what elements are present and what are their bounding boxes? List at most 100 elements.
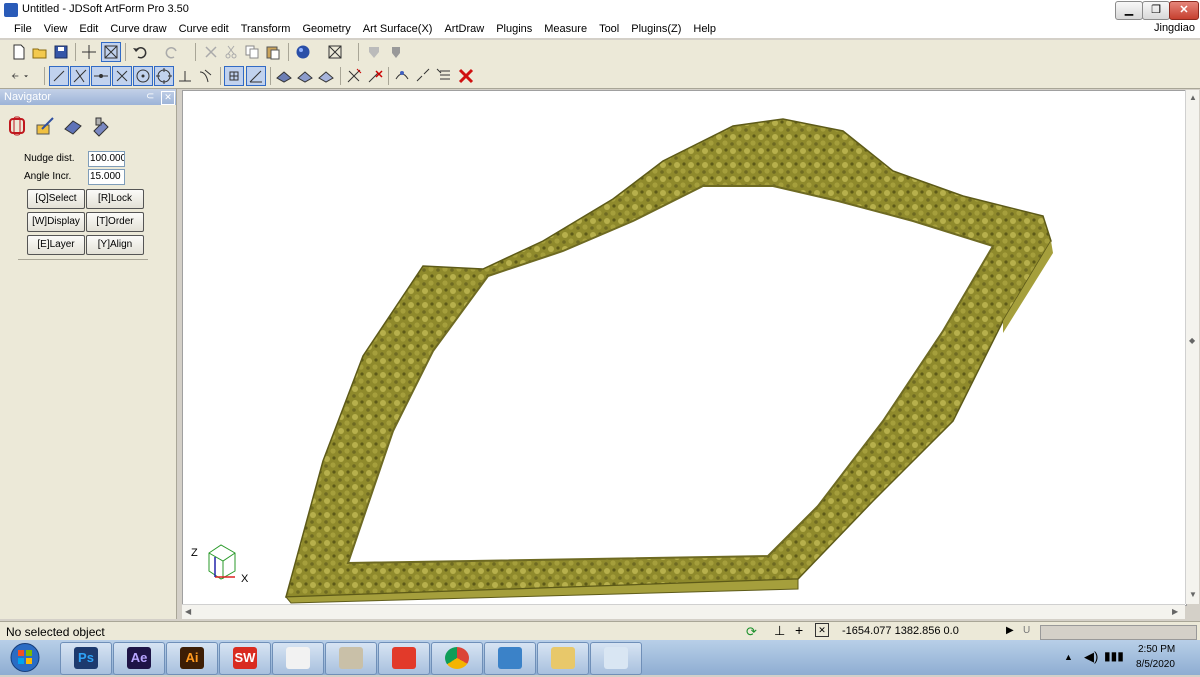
angle-input[interactable]: 15.000 (88, 169, 125, 185)
scroll-down-icon[interactable]: ▼ (1189, 590, 1197, 599)
window-select-icon[interactable] (101, 42, 121, 62)
display-button[interactable]: [W]Display (27, 212, 85, 232)
quadrant-tool-icon[interactable] (154, 66, 174, 86)
surface-tool-1-icon[interactable] (275, 67, 293, 85)
node-edit-icon[interactable] (393, 67, 411, 85)
wireframe-box-icon[interactable] (326, 43, 344, 61)
property-list-icon[interactable] (435, 67, 453, 85)
menu-plugins[interactable]: Plugins (490, 20, 538, 38)
taskbar-paint[interactable] (590, 642, 642, 675)
scroll-thumb-marker-icon[interactable]: ◆ (1189, 336, 1195, 345)
tray-arrow-icon[interactable]: ▲ (1064, 652, 1073, 662)
perpendicular-tool-icon[interactable] (176, 67, 194, 85)
menu-artdraw[interactable]: ArtDraw (438, 20, 490, 38)
delete-red-icon[interactable] (457, 67, 475, 85)
crosshair-status-icon[interactable]: + (795, 622, 803, 638)
curve-toolbar (0, 64, 1200, 89)
sketchup-icon (392, 647, 416, 669)
grid-snap-icon[interactable] (224, 66, 244, 86)
surface-tool-2-icon[interactable] (296, 67, 314, 85)
scroll-right-icon[interactable]: ▶ (1172, 607, 1178, 616)
nudge-input[interactable]: 100.000 (88, 151, 125, 167)
clock-time[interactable]: 2:50 PM (1138, 644, 1175, 655)
taskbar-zbrush[interactable] (272, 642, 324, 675)
3d-viewport[interactable]: Z X (182, 90, 1187, 606)
menu-edit[interactable]: Edit (73, 20, 104, 38)
align-button[interactable]: [Y]Align (86, 235, 144, 255)
menu-file[interactable]: File (8, 20, 38, 38)
close-button[interactable]: ✕ (1169, 1, 1199, 20)
cut-icon[interactable] (222, 43, 240, 61)
taskbar-solidworks[interactable]: SW (219, 642, 271, 675)
menu-transform[interactable]: Transform (235, 20, 297, 38)
open-folder-icon[interactable] (31, 43, 49, 61)
nav-tab-eraser-icon[interactable] (62, 115, 84, 137)
menu-curve-draw[interactable]: Curve draw (104, 20, 172, 38)
taskbar-photoshop[interactable]: Ps (60, 642, 112, 675)
paint-icon (604, 647, 628, 669)
menu-help[interactable]: Help (687, 20, 722, 38)
menu-tool[interactable]: Tool (593, 20, 625, 38)
nav-tab-object-icon[interactable] (6, 115, 28, 137)
scroll-left-icon[interactable]: ◀ (185, 607, 191, 616)
new-file-icon[interactable] (10, 43, 28, 61)
shield-gray-icon[interactable] (365, 43, 383, 61)
menu-plugins-z[interactable]: Plugins(Z) (625, 20, 687, 38)
minimize-button[interactable]: ▁ (1115, 1, 1143, 20)
taskbar: ▲ ◀) ▮▮▮ Ps Ae Ai SW (0, 640, 1200, 675)
horizontal-scrollbar[interactable]: ◀ ▶ (182, 604, 1185, 619)
nav-tab-edit-icon[interactable] (34, 115, 56, 137)
taskbar-app-blue[interactable] (484, 642, 536, 675)
lock-button[interactable]: [R]Lock (86, 189, 144, 209)
midpoint-tool-icon[interactable] (91, 66, 111, 86)
snap-dropdown-icon[interactable] (10, 67, 38, 85)
taskbar-sketchup[interactable] (378, 642, 430, 675)
layer-button[interactable]: [E]Layer (27, 235, 85, 255)
taskbar-after-effects[interactable]: Ae (113, 642, 165, 675)
delete-gray-icon[interactable] (202, 43, 220, 61)
navigator-close-icon[interactable]: ✕ (161, 91, 175, 105)
menu-measure[interactable]: Measure (538, 20, 593, 38)
copy-icon[interactable] (243, 43, 261, 61)
start-button[interactable] (2, 641, 48, 674)
center-tool-icon[interactable] (133, 66, 153, 86)
scroll-up-icon[interactable]: ▲ (1189, 93, 1197, 102)
taskbar-explorer[interactable] (537, 642, 589, 675)
play-icon[interactable]: ▶ (1006, 625, 1014, 636)
trim-delete-icon[interactable] (366, 67, 384, 85)
clock-date[interactable]: 8/5/2020 (1136, 659, 1175, 670)
network-icon[interactable]: ▮▮▮ (1104, 649, 1124, 663)
paste-icon[interactable] (264, 43, 282, 61)
restore-button[interactable]: ❐ (1142, 1, 1170, 20)
tangent-tool-icon[interactable] (197, 67, 215, 85)
surface-tool-3-icon[interactable] (317, 67, 335, 85)
menu-view[interactable]: View (38, 20, 74, 38)
box-status-icon[interactable]: ✕ (815, 623, 829, 637)
taskbar-chrome[interactable] (431, 642, 483, 675)
save-icon[interactable] (52, 43, 70, 61)
refresh-icon[interactable]: ⟳ (746, 624, 757, 640)
cross-tool-icon[interactable] (112, 66, 132, 86)
taskbar-illustrator[interactable]: Ai (166, 642, 218, 675)
crosshair-icon[interactable] (80, 43, 98, 61)
pin-icon[interactable]: ⊂ (146, 91, 158, 103)
taskbar-artcam[interactable] (325, 642, 377, 675)
sphere-render-icon[interactable] (294, 43, 312, 61)
light-icon[interactable] (387, 43, 405, 61)
break-curve-icon[interactable] (414, 67, 432, 85)
menu-geometry[interactable]: Geometry (296, 20, 356, 38)
select-button[interactable]: [Q]Select (27, 189, 85, 209)
intersect-tool-icon[interactable] (70, 66, 90, 86)
order-button[interactable]: [T]Order (86, 212, 144, 232)
trim-tool-icon[interactable] (345, 67, 363, 85)
ruler-icon[interactable]: ⊥ (774, 623, 785, 639)
redo-icon[interactable] (163, 43, 181, 61)
undo-icon[interactable] (131, 43, 149, 61)
menu-art-surface[interactable]: Art Surface(X) (357, 20, 439, 38)
nav-tab-stamp-icon[interactable] (90, 115, 112, 137)
line-tool-icon[interactable] (49, 66, 69, 86)
menu-curve-edit[interactable]: Curve edit (173, 20, 235, 38)
vertical-scrollbar[interactable]: ▲ ◆ ▼ (1185, 90, 1199, 604)
volume-icon[interactable]: ◀) (1084, 649, 1098, 665)
angle-snap-icon[interactable] (246, 66, 266, 86)
